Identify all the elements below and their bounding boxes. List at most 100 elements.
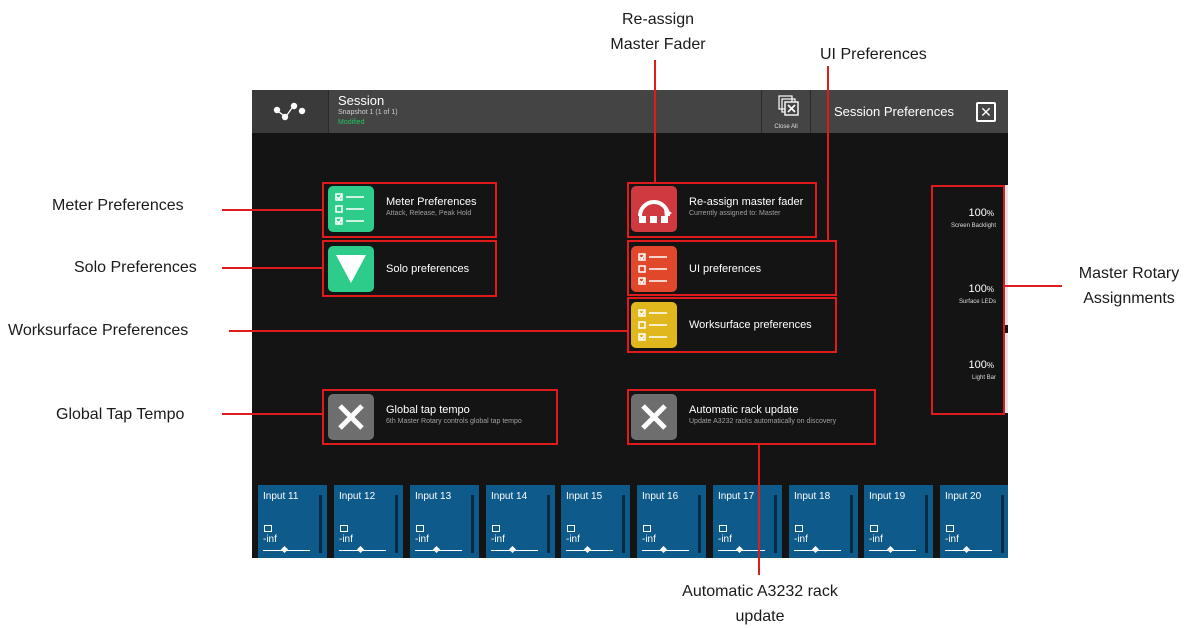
annotation-box-ui bbox=[627, 240, 837, 296]
session-status: Modified bbox=[338, 119, 365, 126]
fader-handle[interactable] bbox=[659, 545, 668, 554]
level-meter bbox=[471, 495, 474, 553]
channel-name: Input 19 bbox=[869, 491, 906, 502]
channel-strip[interactable]: Input 17 -inf bbox=[713, 485, 782, 558]
leader-line bbox=[827, 66, 829, 240]
fader-handle[interactable] bbox=[811, 545, 820, 554]
channel-type-icon bbox=[719, 525, 727, 532]
annotation-box-master-rotary bbox=[931, 185, 1005, 415]
fader-handle[interactable] bbox=[432, 545, 441, 554]
channel-name: Input 18 bbox=[794, 491, 831, 502]
callout-text: Assignments bbox=[1083, 290, 1175, 307]
level-meter bbox=[547, 495, 550, 553]
fader-handle[interactable] bbox=[962, 545, 971, 554]
leader-line bbox=[654, 60, 656, 182]
callout-solo-preferences: Solo Preferences bbox=[74, 259, 197, 276]
level-meter bbox=[1001, 495, 1004, 553]
channel-level: -inf bbox=[491, 534, 505, 545]
annotation-box-worksurface bbox=[627, 297, 837, 353]
annotation-box-meter bbox=[322, 182, 497, 238]
channel-strip[interactable]: Input 15 -inf bbox=[561, 485, 630, 558]
channel-strip[interactable]: Input 18 -inf bbox=[789, 485, 858, 558]
rotary-level-bar bbox=[1005, 185, 1008, 255]
fader-handle[interactable] bbox=[735, 545, 744, 554]
level-meter bbox=[622, 495, 625, 553]
annotation-box-global-tap bbox=[322, 389, 558, 445]
leader-line bbox=[222, 209, 322, 211]
annotation-box-auto-rack bbox=[627, 389, 876, 445]
level-meter bbox=[395, 495, 398, 553]
annotation-box-reassign bbox=[627, 182, 817, 238]
channel-level: -inf bbox=[794, 534, 808, 545]
level-meter bbox=[698, 495, 701, 553]
channel-type-icon bbox=[264, 525, 272, 532]
channel-name: Input 12 bbox=[339, 491, 376, 502]
close-all-label: Close All bbox=[774, 124, 798, 130]
channel-type-icon bbox=[946, 525, 954, 532]
fader-handle[interactable] bbox=[583, 545, 592, 554]
fader-handle[interactable] bbox=[886, 545, 895, 554]
channel-strip[interactable]: Input 13 -inf bbox=[410, 485, 479, 558]
leader-line bbox=[1005, 285, 1062, 287]
channel-level: -inf bbox=[869, 534, 883, 545]
callout-automatic-rack-update: Automatic A3232 rack update bbox=[660, 582, 860, 627]
channel-level: -inf bbox=[339, 534, 353, 545]
fader-handle[interactable] bbox=[280, 545, 289, 554]
leader-line bbox=[229, 330, 627, 332]
fader-handle[interactable] bbox=[356, 545, 365, 554]
panel-close-button[interactable]: ✕ bbox=[976, 102, 996, 122]
callout-master-rotary-assignments: Master Rotary Assignments bbox=[1064, 264, 1194, 309]
callout-text: Automatic A3232 rack bbox=[682, 583, 838, 600]
channel-type-icon bbox=[643, 525, 651, 532]
rotary-level-bar bbox=[1005, 255, 1008, 325]
level-meter bbox=[850, 495, 853, 553]
snapshot-label: Snapshot 1 (1 of 1) bbox=[338, 109, 398, 116]
channel-strip[interactable]: Input 14 -inf bbox=[486, 485, 555, 558]
channel-level: -inf bbox=[718, 534, 732, 545]
rotary-level-bar bbox=[1005, 333, 1008, 413]
channel-level: -inf bbox=[263, 534, 277, 545]
channel-type-icon bbox=[870, 525, 878, 532]
fader-handle[interactable] bbox=[508, 545, 517, 554]
channel-name: Input 17 bbox=[718, 491, 755, 502]
panel-title: Session Preferences bbox=[834, 104, 954, 119]
channel-strip[interactable]: Input 16 -inf bbox=[637, 485, 706, 558]
menu-logo-button[interactable] bbox=[252, 90, 328, 133]
leader-line bbox=[222, 413, 322, 415]
channel-strip[interactable]: Input 19 -inf bbox=[864, 485, 933, 558]
level-meter bbox=[925, 495, 928, 553]
channel-strip[interactable]: Input 20 -inf bbox=[940, 485, 1008, 558]
callout-ui-preferences: UI Preferences bbox=[820, 46, 927, 63]
channel-name: Input 13 bbox=[415, 491, 452, 502]
leader-line bbox=[758, 445, 760, 575]
annotation-box-solo bbox=[322, 240, 497, 297]
top-bar: Session Snapshot 1 (1 of 1) Modified Clo… bbox=[252, 90, 1008, 133]
channel-name: Input 14 bbox=[491, 491, 528, 502]
channel-name: Input 11 bbox=[263, 491, 299, 502]
leader-line bbox=[222, 267, 322, 269]
callout-worksurface-preferences: Worksurface Preferences bbox=[8, 322, 189, 339]
channel-type-icon bbox=[795, 525, 803, 532]
callout-text: Master Fader bbox=[610, 36, 706, 53]
channel-type-icon bbox=[567, 525, 575, 532]
channel-name: Input 20 bbox=[945, 491, 982, 502]
channel-strip[interactable]: Input 11 -inf bbox=[258, 485, 327, 558]
callout-reassign-master-fader: Re-assign Master Fader bbox=[588, 10, 728, 55]
callout-meter-preferences: Meter Preferences bbox=[52, 197, 184, 214]
channel-type-icon bbox=[492, 525, 500, 532]
channel-level: -inf bbox=[642, 534, 656, 545]
channel-type-icon bbox=[416, 525, 424, 532]
separator bbox=[810, 90, 811, 133]
channel-strip[interactable]: Input 12 -inf bbox=[334, 485, 403, 558]
close-all-icon bbox=[778, 95, 799, 116]
close-icon: ✕ bbox=[980, 104, 992, 120]
callout-text: Re-assign bbox=[621, 11, 695, 28]
level-meter bbox=[774, 495, 777, 553]
channel-level: -inf bbox=[945, 534, 959, 545]
session-title[interactable]: Session bbox=[338, 93, 384, 108]
callout-global-tap-tempo: Global Tap Tempo bbox=[56, 406, 185, 423]
level-meter bbox=[319, 495, 322, 553]
callout-text: update bbox=[735, 608, 785, 625]
channel-name: Input 15 bbox=[566, 491, 603, 502]
channel-type-icon bbox=[340, 525, 348, 532]
